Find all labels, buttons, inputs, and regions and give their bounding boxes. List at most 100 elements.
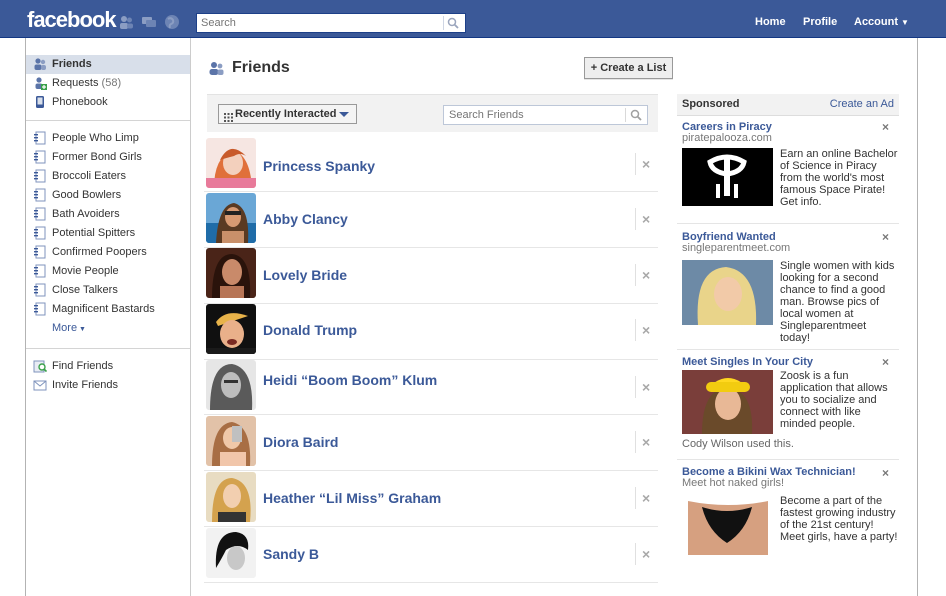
search-friends[interactable] (443, 105, 648, 125)
nav-account[interactable]: Account ▼ (854, 16, 909, 28)
ad-item[interactable]: Careers in Piracy piratepalooza.com × Ea… (677, 116, 899, 224)
friend-requests-icon[interactable] (118, 14, 134, 30)
friend-row: Heather “Lil Miss” Graham × (204, 471, 658, 527)
friend-name[interactable]: Abby Clancy (263, 211, 348, 227)
remove-friend-icon[interactable]: × (642, 211, 650, 227)
sidebar-list-label: Movie People (52, 265, 119, 277)
sidebar-list-item[interactable]: Potential Spitters (26, 224, 190, 243)
list-icon (33, 207, 47, 221)
friend-photo[interactable] (206, 304, 256, 354)
friend-photo[interactable] (206, 472, 256, 522)
search-friends-input[interactable] (444, 106, 624, 124)
search-icon[interactable] (447, 17, 459, 32)
ad-item[interactable]: Boyfriend Wanted singleparentmeet.com × … (677, 224, 899, 350)
global-search-input[interactable] (197, 14, 437, 32)
sidebar-list-item[interactable]: Bath Avoiders (26, 205, 190, 224)
recently-interacted-dropdown[interactable]: Recently Interacted (218, 104, 357, 124)
create-ad-link[interactable]: Create an Ad (830, 98, 894, 110)
friend-name[interactable]: Heidi “Boom Boom” Klum (263, 372, 437, 388)
sidebar-item-find-friends[interactable]: Find Friends (26, 357, 190, 376)
sidebar-more-link[interactable]: More ▼ (26, 319, 190, 338)
sidebar-list-item[interactable]: Close Talkers (26, 281, 190, 300)
remove-friend-icon[interactable]: × (642, 490, 650, 506)
left-sidebar: Friends Requests (58) Phonebook People W… (26, 55, 190, 395)
friend-photo[interactable] (206, 528, 256, 578)
friend-name[interactable]: Princess Spanky (263, 158, 375, 174)
sidebar-list-label: People Who Limp (52, 132, 139, 144)
remove-friend-icon[interactable]: × (642, 322, 650, 338)
close-icon[interactable]: × (882, 120, 889, 134)
sidebar-list-label: Magnificent Bastards (52, 303, 155, 315)
ad-item[interactable]: Meet Singles In Your City × Zoosk is a f… (677, 350, 899, 460)
ad-image[interactable] (682, 370, 773, 434)
friend-photo[interactable] (206, 138, 256, 188)
messages-icon[interactable] (141, 14, 157, 30)
row-divider (635, 153, 636, 175)
sidebar-list-item[interactable]: Magnificent Bastards (26, 300, 190, 319)
create-list-button[interactable]: + Create a List (584, 57, 673, 79)
ad-image[interactable] (682, 495, 773, 555)
friend-row: Abby Clancy × (204, 192, 658, 248)
ad-social-context: Cody Wilson used this. (682, 438, 794, 450)
sidebar-list-item[interactable]: Good Bowlers (26, 186, 190, 205)
sidebar-list-item[interactable]: Confirmed Poopers (26, 243, 190, 262)
ad-body: Earn an online Bachelor of Science in Pi… (780, 148, 898, 208)
more-caret-icon: ▼ (77, 326, 86, 333)
remove-friend-icon[interactable]: × (642, 267, 650, 283)
close-icon[interactable]: × (882, 355, 889, 369)
row-divider (635, 376, 636, 398)
friends-icon (33, 57, 47, 71)
sidebar-item-phonebook[interactable]: Phonebook (26, 93, 190, 112)
sidebar-item-label: Find Friends (52, 360, 114, 372)
list-icon (33, 131, 47, 145)
friend-name[interactable]: Lovely Bride (263, 267, 347, 283)
sidebar-divider (26, 348, 190, 349)
friend-photo[interactable] (206, 360, 256, 410)
friend-name[interactable]: Sandy B (263, 546, 319, 562)
sidebar-list-item[interactable]: Former Bond Girls (26, 148, 190, 167)
search-icon[interactable] (630, 109, 642, 124)
remove-friend-icon[interactable]: × (642, 379, 650, 395)
ad-title[interactable]: Meet Singles In Your City (682, 356, 813, 368)
friend-row: Princess Spanky × (204, 136, 658, 192)
friends-filter-bar: Recently Interacted (207, 94, 658, 132)
sidebar-item-label: Friends (52, 58, 92, 70)
close-icon[interactable]: × (882, 466, 889, 480)
sidebar-item-invite-friends[interactable]: Invite Friends (26, 376, 190, 395)
close-icon[interactable]: × (882, 230, 889, 244)
friend-name[interactable]: Heather “Lil Miss” Graham (263, 490, 441, 506)
sidebar-list-item[interactable]: People Who Limp (26, 129, 190, 148)
remove-friend-icon[interactable]: × (642, 546, 650, 562)
facebook-logo[interactable]: facebook (27, 7, 117, 33)
sidebar-item-label: Invite Friends (52, 379, 119, 391)
friend-photo[interactable] (206, 193, 256, 243)
ad-item[interactable]: Become a Bikini Wax Technician! Meet hot… (677, 460, 899, 556)
friend-row: Diora Baird × (204, 415, 658, 471)
friend-name[interactable]: Diora Baird (263, 434, 338, 450)
sidebar-list-label: Potential Spitters (52, 227, 136, 239)
remove-friend-icon[interactable]: × (642, 156, 650, 172)
filter-label: Recently Interacted (235, 108, 337, 120)
sidebar-list-label: Good Bowlers (52, 189, 122, 201)
global-search[interactable] (196, 13, 466, 33)
friend-photo[interactable] (206, 248, 256, 298)
friends-icon (208, 61, 224, 78)
sidebar-item-requests[interactable]: Requests (58) (26, 74, 190, 93)
requests-icon (33, 76, 47, 90)
list-icon (33, 188, 47, 202)
plus-icon: + (590, 62, 601, 74)
notifications-globe-icon[interactable] (164, 14, 180, 30)
remove-friend-icon[interactable]: × (642, 434, 650, 450)
sponsored-title: Sponsored (682, 98, 740, 110)
list-icon (33, 245, 47, 259)
sidebar-item-friends[interactable]: Friends (26, 55, 190, 74)
nav-profile[interactable]: Profile (803, 16, 837, 28)
ad-image[interactable] (682, 260, 773, 325)
ad-image[interactable] (682, 148, 773, 206)
nav-home[interactable]: Home (755, 16, 786, 28)
friend-name[interactable]: Donald Trump (263, 322, 357, 338)
list-icon (33, 302, 47, 316)
sidebar-list-item[interactable]: Movie People (26, 262, 190, 281)
sidebar-list-item[interactable]: Broccoli Eaters (26, 167, 190, 186)
friend-photo[interactable] (206, 416, 256, 466)
